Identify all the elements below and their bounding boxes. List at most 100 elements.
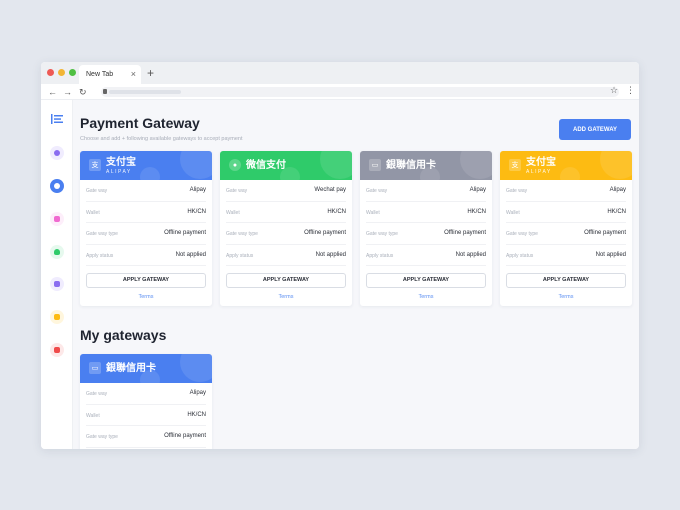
gateway-value: Alipay <box>469 187 486 193</box>
main-content: Payment Gateway Choose and add + followi… <box>80 100 639 449</box>
gateway-label: Gate way <box>226 188 248 194</box>
brand-name: 支付宝 <box>106 157 136 168</box>
type-row: Gate way type Offline payment <box>226 223 346 245</box>
unionpay-icon: ▭ <box>369 159 381 171</box>
type-value: Offline payment <box>164 433 206 439</box>
sidebar-item-menu[interactable] <box>50 112 64 126</box>
status-value: Not applied <box>315 251 346 258</box>
new-tab-button[interactable]: + <box>147 65 154 81</box>
wallet-row: Wallet HK/CN <box>226 202 346 223</box>
card-header: ▭ 銀聯信用卡 <box>360 151 492 180</box>
minimize-window-button[interactable] <box>58 69 65 76</box>
gateway-row: Gate way Alipay <box>86 180 206 202</box>
add-gateway-button[interactable]: ADD GATEWAY <box>559 119 631 140</box>
wallet-label: Wallet <box>366 209 380 216</box>
gateway-row: Gate way Alipay <box>366 180 486 202</box>
sidebar-item-lock[interactable] <box>50 310 64 324</box>
bookmark-star-icon[interactable]: ☆ <box>610 85 618 96</box>
page-title: Payment Gateway <box>80 115 200 131</box>
gateway-label: Gate way <box>366 188 388 194</box>
type-label: Gate way type <box>226 231 258 237</box>
lock-icon <box>54 314 60 320</box>
type-label: Gate way type <box>86 434 118 440</box>
gateway-row: Gate way Wechat pay <box>226 180 346 202</box>
sidebar-item-folder[interactable] <box>50 212 64 226</box>
brand-subname: ALIPAY <box>526 169 552 175</box>
card-header: ● 微信支付 <box>220 151 352 180</box>
type-value: Offline payment <box>444 230 486 236</box>
browser-tab[interactable]: New Tab × <box>79 65 141 84</box>
wallet-label: Wallet <box>86 412 100 419</box>
user-icon <box>54 249 60 255</box>
type-value: Offline payment <box>584 230 626 236</box>
sidebar-item-gift[interactable] <box>50 343 64 357</box>
brand-name: 銀聯信用卡 <box>386 160 436 171</box>
card-header: ▭ 銀聯信用卡 <box>80 354 212 383</box>
browser-titlebar: New Tab × + <box>41 62 639 84</box>
unionpay-icon: ▭ <box>89 362 101 374</box>
tab-close-icon[interactable]: × <box>131 69 136 79</box>
gateway-value: Alipay <box>609 187 626 193</box>
apply-gateway-button[interactable]: APPLY GATEWAY <box>506 273 626 288</box>
type-value: Offline payment <box>304 230 346 236</box>
terms-link[interactable]: Terms <box>360 294 492 306</box>
browser-menu-icon[interactable]: ⋮ <box>626 85 635 96</box>
status-row: Apply status Not applied <box>366 245 486 266</box>
status-label: Apply status <box>226 252 254 259</box>
sidebar-item-inbox[interactable] <box>50 277 64 291</box>
type-row: Gate way type Offline payment <box>86 426 206 448</box>
apps-icon <box>54 150 60 156</box>
terms-link[interactable]: Terms <box>220 294 352 306</box>
status-value: Not applied <box>175 251 206 258</box>
wallet-row: Wallet HK/CN <box>86 405 206 426</box>
address-bar: ← → ↻ ☆ ⋮ <box>41 84 639 100</box>
forward-icon[interactable]: → <box>63 86 72 98</box>
gateway-value: Wechat pay <box>314 187 346 193</box>
menu-icon <box>51 114 63 124</box>
type-row: Gate way type Offline payment <box>506 223 626 245</box>
close-window-button[interactable] <box>47 69 54 76</box>
gateway-value: Alipay <box>189 187 206 193</box>
wallet-label: Wallet <box>226 209 240 216</box>
card-header: 支 支付宝 ALIPAY <box>80 151 212 180</box>
type-label: Gate way type <box>86 231 118 237</box>
gateway-card-unionpay: ▭ 銀聯信用卡 Gate way Alipay Wallet HK/CN Gate … <box>360 151 492 306</box>
my-gateways-title: My gateways <box>80 327 167 343</box>
app-area: Payment Gateway Choose and add + followi… <box>41 100 639 449</box>
type-label: Gate way type <box>506 231 538 237</box>
maximize-window-button[interactable] <box>69 69 76 76</box>
gateway-row: Gate way Alipay <box>506 180 626 202</box>
type-label: Gate way type <box>366 231 398 237</box>
type-row: Gate way type Offline payment <box>86 223 206 245</box>
status-row: Apply status Not applied <box>226 245 346 266</box>
wallet-label: Wallet <box>506 209 520 216</box>
gateway-card-alipay-2: 支 支付宝 ALIPAY Gate way Alipay Wallet HK/CN … <box>500 151 632 306</box>
gateway-value: Alipay <box>189 390 206 396</box>
wallet-row: Wallet HK/CN <box>506 202 626 223</box>
gift-icon <box>54 347 60 353</box>
brand-subname: ALIPAY <box>106 169 132 175</box>
lock-icon <box>103 89 107 94</box>
wallet-value: HK/CN <box>327 208 346 215</box>
type-value: Offline payment <box>164 230 206 236</box>
window-controls <box>47 69 76 76</box>
sidebar-item-chart[interactable] <box>50 179 64 193</box>
brand-name: 微信支付 <box>246 160 286 171</box>
gateway-label: Gate way <box>86 188 108 194</box>
status-label: Apply status <box>86 252 114 259</box>
sidebar <box>41 100 73 449</box>
sidebar-item-apps[interactable] <box>50 146 64 160</box>
apply-gateway-button[interactable]: APPLY GATEWAY <box>226 273 346 288</box>
status-value: Not applied <box>595 251 626 258</box>
reload-icon[interactable]: ↻ <box>79 86 87 98</box>
chart-icon <box>54 183 60 189</box>
terms-link[interactable]: Terms <box>80 294 212 306</box>
sidebar-item-user[interactable] <box>50 245 64 259</box>
terms-link[interactable]: Terms <box>500 294 632 306</box>
url-input[interactable] <box>101 87 619 97</box>
gateway-card-alipay: 支 支付宝 ALIPAY Gate way Alipay Wallet HK/CN … <box>80 151 212 306</box>
apply-gateway-button[interactable]: APPLY GATEWAY <box>366 273 486 288</box>
back-icon[interactable]: ← <box>48 86 57 98</box>
inbox-icon <box>54 281 60 287</box>
apply-gateway-button[interactable]: APPLY GATEWAY <box>86 273 206 288</box>
